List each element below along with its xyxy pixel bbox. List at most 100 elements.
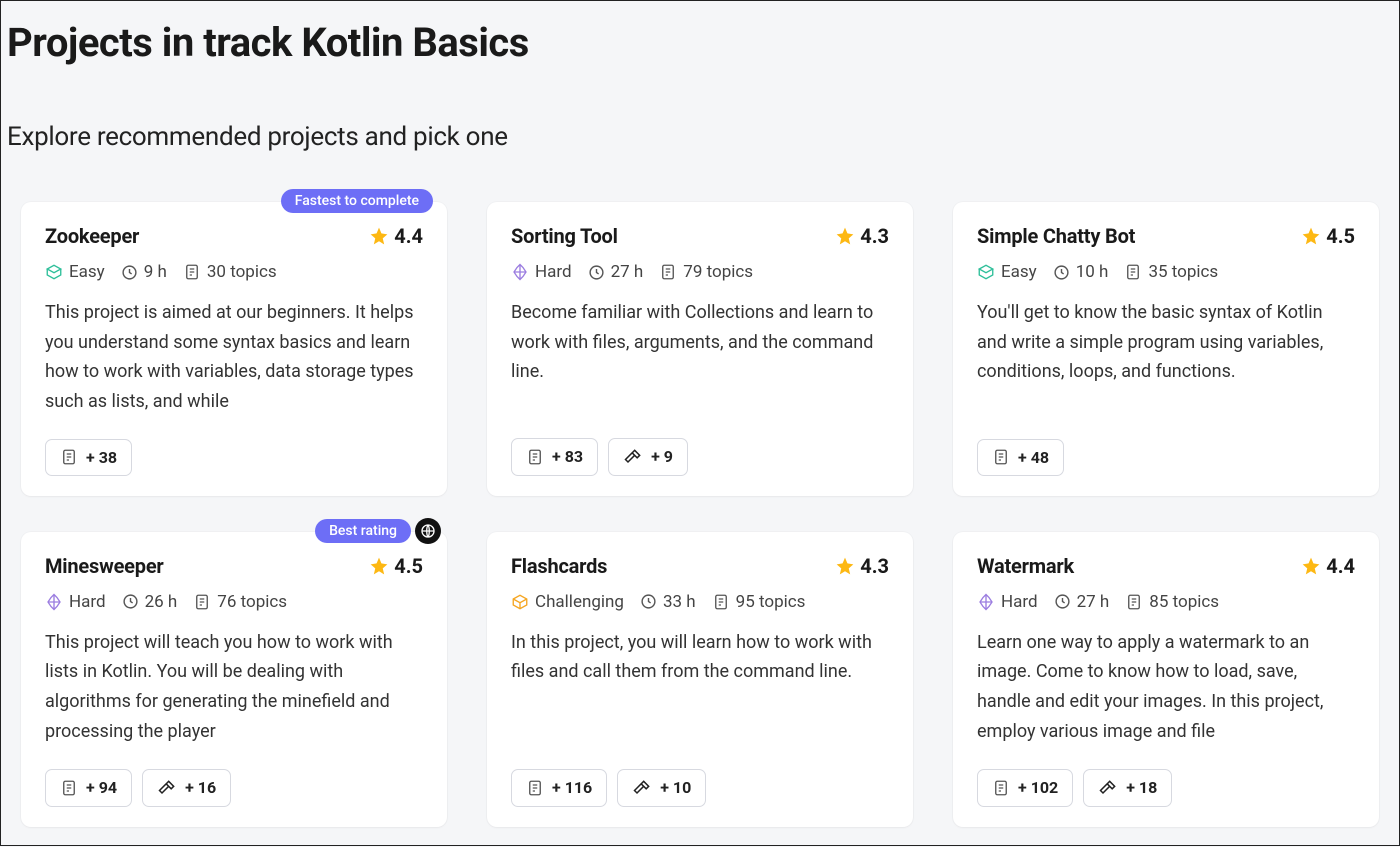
project-difficulty: Hard xyxy=(45,592,106,612)
project-pill-row: + 38 xyxy=(45,439,423,476)
clock-icon xyxy=(1053,264,1070,281)
project-card[interactable]: Fastest to completeZookeeper4.4Easy9 h30… xyxy=(21,202,447,496)
project-pill-row: + 83 + 9 xyxy=(511,438,889,476)
project-duration: 26 h xyxy=(122,592,178,612)
project-difficulty: Easy xyxy=(977,262,1037,282)
project-difficulty: Challenging xyxy=(511,592,624,612)
project-description: Learn one way to apply a watermark to an… xyxy=(977,628,1355,747)
project-meta-row: Easy 9 h 30 topics xyxy=(45,262,423,282)
project-rating: 4.4 xyxy=(369,224,423,248)
project-topics: 95 topics xyxy=(712,592,806,612)
project-rating-value: 4.5 xyxy=(394,554,423,578)
project-card-header: Flashcards 4.3 xyxy=(511,554,889,578)
pill-label: + 102 xyxy=(1018,778,1058,797)
star-icon xyxy=(1301,226,1321,246)
project-topics: 76 topics xyxy=(193,592,287,612)
star-icon xyxy=(369,226,389,246)
topics-icon xyxy=(193,593,211,611)
project-title: Simple Chatty Bot xyxy=(977,224,1135,248)
project-card[interactable]: Flashcards 4.3 Challenging 33 h 95 topics In … xyxy=(487,532,913,827)
pill-label: + 83 xyxy=(552,447,583,466)
project-tools-pill[interactable]: + 16 xyxy=(142,769,231,807)
project-meta-row: Hard27 h85 topics xyxy=(977,592,1355,612)
project-description: In this project, you will learn how to w… xyxy=(511,628,889,747)
project-topics-pill[interactable]: + 48 xyxy=(977,439,1064,476)
topics-icon xyxy=(1125,593,1143,611)
project-card[interactable]: Watermark4.4Hard27 h85 topicsLearn one w… xyxy=(953,532,1379,827)
project-duration: 10 h xyxy=(1053,262,1109,282)
topics-icon xyxy=(60,448,78,466)
topics-icon xyxy=(712,593,730,611)
pill-label: + 10 xyxy=(660,778,691,797)
pill-label: + 18 xyxy=(1126,778,1157,797)
project-badge-globe xyxy=(415,518,441,544)
project-tools-pill[interactable]: + 9 xyxy=(608,438,688,476)
project-topics-pill[interactable]: + 94 xyxy=(45,769,132,807)
project-rating-value: 4.5 xyxy=(1326,224,1355,248)
project-card[interactable]: Sorting Tool4.3Hard27 h79 topicsBecome f… xyxy=(487,202,913,496)
project-rating: 4.3 xyxy=(835,554,889,578)
clock-icon xyxy=(121,264,138,281)
clock-icon xyxy=(1054,593,1071,610)
topics-icon xyxy=(526,779,544,797)
project-topics-pill[interactable]: + 83 xyxy=(511,438,598,476)
pill-label: + 9 xyxy=(651,447,673,466)
project-rating: 4.5 xyxy=(1301,224,1355,248)
difficulty-hard-icon xyxy=(511,263,529,281)
project-description: You'll get to know the basic syntax of K… xyxy=(977,298,1355,417)
project-rating: 4.5 xyxy=(369,554,423,578)
project-card-header: Zookeeper 4.4 xyxy=(45,224,423,248)
project-title: Sorting Tool xyxy=(511,224,618,248)
project-description: This project will teach you how to work … xyxy=(45,628,423,747)
project-duration: 33 h xyxy=(640,592,696,612)
project-card[interactable]: Simple Chatty Bot4.5Easy10 h35 topicsYou… xyxy=(953,202,1379,496)
project-meta-row: Easy10 h35 topics xyxy=(977,262,1355,282)
project-title: Zookeeper xyxy=(45,224,139,248)
star-icon xyxy=(369,556,389,576)
project-rating: 4.4 xyxy=(1301,554,1355,578)
project-badge: Best rating xyxy=(315,519,411,543)
page-title: Projects in track Kotlin Basics xyxy=(1,1,1399,66)
star-icon xyxy=(1301,556,1321,576)
project-card[interactable]: Best ratingMinesweeper4.5Hard26 h76 topi… xyxy=(21,532,447,827)
project-title: Minesweeper xyxy=(45,554,164,578)
difficulty-challenging-icon xyxy=(511,593,529,611)
project-topics-pill[interactable]: + 38 xyxy=(45,439,132,476)
project-rating-value: 4.3 xyxy=(860,554,889,578)
project-pill-row: + 116 + 10 xyxy=(511,769,889,807)
hammer-icon xyxy=(157,778,177,798)
page-subtitle: Explore recommended projects and pick on… xyxy=(1,66,1399,152)
pill-label: + 48 xyxy=(1018,448,1049,467)
project-title: Flashcards xyxy=(511,554,607,578)
project-card-header: Sorting Tool4.3 xyxy=(511,224,889,248)
project-duration: 9 h xyxy=(121,262,167,282)
clock-icon xyxy=(122,593,139,610)
project-title: Watermark xyxy=(977,554,1074,578)
clock-icon xyxy=(588,264,605,281)
pill-label: + 116 xyxy=(552,778,592,797)
project-card-header: Simple Chatty Bot 4.5 xyxy=(977,224,1355,248)
star-icon xyxy=(835,226,855,246)
project-badge: Fastest to complete xyxy=(281,189,433,213)
difficulty-hard-icon xyxy=(45,593,63,611)
project-duration: 27 h xyxy=(1054,592,1110,612)
hammer-icon xyxy=(623,447,643,467)
difficulty-easy-icon xyxy=(977,263,995,281)
topics-icon xyxy=(526,448,544,466)
project-difficulty: Hard xyxy=(977,592,1038,612)
project-topics: 30 topics xyxy=(183,262,277,282)
project-card-header: Minesweeper 4.5 xyxy=(45,554,423,578)
project-difficulty: Easy xyxy=(45,262,105,282)
topics-icon xyxy=(992,779,1010,797)
project-pill-row: + 94 + 16 xyxy=(45,769,423,807)
project-meta-row: Hard 26 h 76 topics xyxy=(45,592,423,612)
project-rating-value: 4.4 xyxy=(1326,554,1355,578)
topics-icon xyxy=(1124,263,1142,281)
project-topics-pill[interactable]: + 116 xyxy=(511,769,607,807)
project-topics-pill[interactable]: + 102 xyxy=(977,769,1073,807)
project-tools-pill[interactable]: + 10 xyxy=(617,769,706,807)
project-tools-pill[interactable]: + 18 xyxy=(1083,769,1172,807)
project-pill-row: + 102 + 18 xyxy=(977,769,1355,807)
project-topics: 79 topics xyxy=(659,262,753,282)
hammer-icon xyxy=(632,778,652,798)
